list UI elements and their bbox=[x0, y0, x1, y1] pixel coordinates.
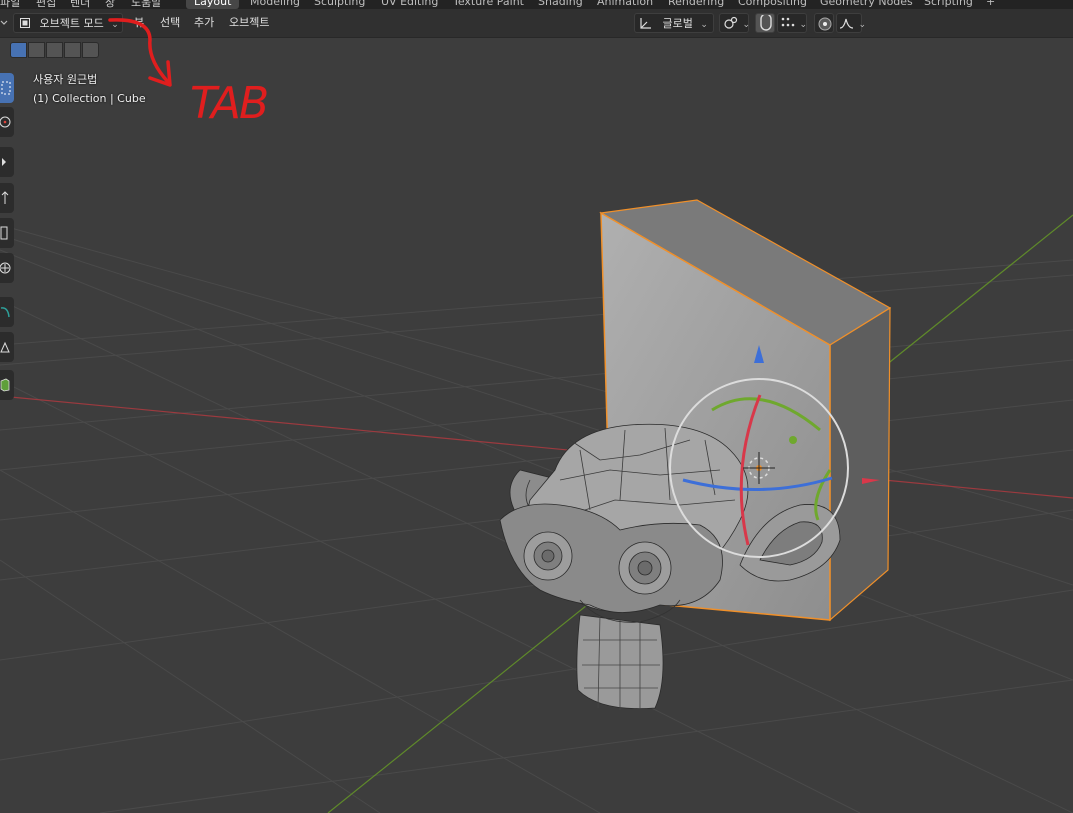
proportional-falloff-dropdown[interactable]: ⌄ bbox=[836, 13, 866, 33]
snap-increment-icon bbox=[781, 17, 795, 27]
3d-viewport[interactable] bbox=[0, 38, 1073, 813]
menu-render[interactable]: 렌더 bbox=[70, 0, 90, 9]
tab-geometry-nodes[interactable]: Geometry Nodes bbox=[812, 0, 921, 9]
tab-uv-editing[interactable]: UV Editing bbox=[373, 0, 446, 9]
menu-select[interactable]: 선택 bbox=[160, 13, 180, 33]
chevron-down-icon: ⌄ bbox=[742, 20, 751, 30]
transform-tool[interactable] bbox=[0, 253, 14, 283]
add-cube-tool[interactable] bbox=[0, 370, 14, 400]
add-cube-icon bbox=[0, 378, 10, 392]
proportional-edit-toggle[interactable] bbox=[814, 13, 834, 33]
workspace-bar: 파일 편집 렌더 창 도움말 Layout Modeling Sculpting… bbox=[0, 0, 1073, 9]
scale-icon bbox=[0, 226, 8, 240]
snap-toggle[interactable] bbox=[755, 13, 775, 33]
menu-edit[interactable]: 편집 bbox=[36, 0, 56, 9]
menu-help[interactable]: 도움말 bbox=[131, 0, 161, 9]
move-icon bbox=[2, 158, 6, 166]
menu-view[interactable]: 뷰 bbox=[134, 13, 144, 33]
rotate-tool[interactable] bbox=[0, 183, 14, 213]
rotate-icon bbox=[1, 191, 9, 204]
tab-texture-paint[interactable]: Texture Paint bbox=[445, 0, 532, 9]
chevron-down-icon: ⌄ bbox=[858, 20, 867, 30]
transform-icon bbox=[0, 262, 11, 274]
menu-object[interactable]: 오브젝트 bbox=[229, 13, 269, 33]
tab-modeling[interactable]: Modeling bbox=[242, 0, 308, 9]
chevron-down-icon: ⌄ bbox=[700, 20, 708, 30]
tab-scripting[interactable]: Scripting bbox=[916, 0, 981, 9]
move-tool[interactable] bbox=[0, 147, 14, 177]
cursor-tool[interactable] bbox=[0, 107, 14, 137]
tab-animation[interactable]: Animation bbox=[589, 0, 661, 9]
tab-compositing[interactable]: Compositing bbox=[730, 0, 815, 9]
falloff-curve-icon bbox=[839, 18, 854, 29]
orientation-label: 글로벌 bbox=[662, 17, 693, 30]
add-workspace-button[interactable]: + bbox=[978, 0, 1003, 9]
measure-tool[interactable] bbox=[0, 332, 14, 362]
tab-shading[interactable]: Shading bbox=[530, 0, 591, 9]
magnet-icon bbox=[760, 13, 772, 31]
select-box-icon bbox=[1, 81, 11, 95]
annotate-icon bbox=[0, 307, 10, 318]
view-perspective-label: 사용자 원근법 bbox=[33, 73, 98, 86]
chevron-down-icon: ⌄ bbox=[799, 20, 808, 30]
pivot-point-dropdown[interactable]: ⌄ bbox=[719, 13, 751, 33]
active-object-label: (1) Collection | Cube bbox=[33, 92, 146, 105]
chevron-down-icon: ⌄ bbox=[111, 20, 119, 30]
pivot-point-icon bbox=[724, 16, 738, 29]
tab-layout[interactable]: Layout bbox=[186, 0, 240, 9]
mode-label: 오브젝트 모드 bbox=[39, 17, 104, 30]
proportional-edit-icon bbox=[818, 17, 832, 31]
annotate-tool[interactable] bbox=[0, 297, 14, 327]
mode-dropdown[interactable]: 오브젝트 모드 ⌄ bbox=[13, 13, 123, 33]
menu-file[interactable]: 파일 bbox=[0, 0, 20, 9]
snap-target-dropdown[interactable]: ⌄ bbox=[777, 13, 807, 33]
menu-window[interactable]: 창 bbox=[105, 0, 115, 9]
viewport-info: 사용자 원근법 (1) Collection | Cube bbox=[33, 70, 146, 108]
viewport-header: 오브젝트 모드 ⌄ 뷰 선택 추가 오브젝트 글로벌 ⌄ ⌄ ⌄ ⌄ bbox=[0, 9, 1073, 38]
object-mode-icon bbox=[20, 18, 30, 28]
select-box-tool[interactable] bbox=[0, 73, 14, 103]
transform-orientation-dropdown[interactable]: 글로벌 ⌄ bbox=[634, 13, 714, 33]
tab-rendering[interactable]: Rendering bbox=[660, 0, 732, 9]
orientation-axes-icon bbox=[640, 18, 651, 29]
menu-add[interactable]: 추가 bbox=[194, 13, 214, 33]
measure-icon bbox=[0, 341, 10, 353]
tab-sculpting[interactable]: Sculpting bbox=[306, 0, 373, 9]
editor-type-chevron-icon[interactable] bbox=[0, 13, 8, 33]
scale-tool[interactable] bbox=[0, 218, 14, 248]
cursor-icon bbox=[0, 116, 11, 128]
